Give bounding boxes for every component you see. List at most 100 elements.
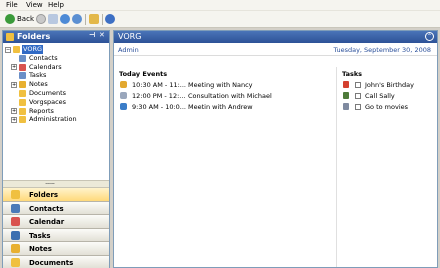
task-checkbox[interactable] xyxy=(355,81,361,88)
calendar-icon xyxy=(11,217,20,226)
tree-item-label: Tasks xyxy=(29,71,47,80)
nav-button-label: Contacts xyxy=(29,204,64,213)
task-item: Go to movies xyxy=(341,102,437,112)
toolbar: Back xyxy=(0,11,440,28)
menu-view[interactable]: View xyxy=(26,1,43,9)
event-item[interactable]: 12:00 PM - 12:... Consultation with Micha… xyxy=(118,91,333,101)
main-panel: VORG ⌃ Admin Tuesday, September 30, 2008… xyxy=(113,30,438,268)
phone-icon xyxy=(343,92,349,99)
event-subject: Meetin with Andrew xyxy=(188,103,253,111)
tree-item-reports[interactable]: + Reports xyxy=(5,107,107,116)
collapse-icon[interactable]: − xyxy=(5,46,11,53)
folders-header: Folders ⊣ ✕ xyxy=(3,31,109,43)
menu-bar: File View Help xyxy=(0,0,440,11)
event-time: 9:30 AM - 10:0... xyxy=(132,103,186,111)
meeting-icon xyxy=(120,81,127,88)
event-time: 10:30 AM - 11:... xyxy=(132,81,186,89)
task-checkbox[interactable] xyxy=(355,92,361,99)
contacts-icon xyxy=(19,54,26,62)
task-item: Call Sally xyxy=(341,91,437,101)
menu-file[interactable]: File xyxy=(6,1,18,9)
save-icon[interactable] xyxy=(48,14,58,24)
user-name: Admin xyxy=(118,46,139,54)
tree-item-calendars[interactable]: + Calendars xyxy=(5,63,107,72)
splitter-handle[interactable]: ·········· xyxy=(3,180,109,188)
task-subject: Go to movies xyxy=(365,103,409,111)
nav-button-documents[interactable]: Documents xyxy=(3,255,109,268)
pin-icon[interactable]: ⊣ xyxy=(89,31,95,39)
tree-item-tasks[interactable]: Tasks xyxy=(5,71,107,80)
tasks-title: Tasks xyxy=(342,70,363,78)
expand-icon[interactable]: + xyxy=(11,81,17,88)
tree-item-label: VORG xyxy=(22,45,44,54)
tree-item-label: Administration xyxy=(29,115,77,124)
nav-button-label: Calendar xyxy=(29,218,65,226)
appointment-icon xyxy=(120,103,127,110)
expand-icon[interactable]: + xyxy=(11,116,17,123)
tree-item-label: Documents xyxy=(29,89,67,97)
task-item: John's Birthday xyxy=(341,80,437,90)
nav-button-label: Documents xyxy=(29,258,74,267)
tree-item-label: Vorgspaces xyxy=(29,97,67,106)
folder-icon xyxy=(19,98,26,106)
nav-button-tasks[interactable]: Tasks xyxy=(3,228,109,242)
tasks-icon xyxy=(11,230,20,240)
calendar-icon xyxy=(19,63,26,71)
task-subject: John's Birthday xyxy=(365,81,414,89)
help-icon[interactable] xyxy=(105,14,115,24)
event-subject: Meeting with Nancy xyxy=(188,81,253,89)
tree-item-vorgspaces[interactable]: Vorgspaces xyxy=(5,98,107,107)
notes-icon xyxy=(19,81,26,89)
event-item[interactable]: 9:30 AM - 10:0... Meetin with Andrew xyxy=(118,102,333,112)
nav-button-folders[interactable]: Folders xyxy=(3,188,109,202)
close-icon[interactable]: ✕ xyxy=(99,31,105,39)
current-date: Tuesday, September 30, 2008 xyxy=(333,46,431,54)
folder-up-icon[interactable] xyxy=(89,14,99,24)
events-title: Today Events xyxy=(119,70,168,78)
sync-icon[interactable] xyxy=(72,14,82,24)
folders-panel: Folders ⊣ ✕ − VORG Contacts + Calendars Tasks… xyxy=(2,30,110,268)
tree-item-notes[interactable]: + Notes xyxy=(5,80,107,89)
collapse-icon[interactable]: ⌃ xyxy=(425,32,434,41)
folder-icon xyxy=(19,116,26,124)
tree-item-label: Calendars xyxy=(29,62,62,71)
refresh-icon[interactable] xyxy=(60,14,70,24)
tree-item-administration[interactable]: + Administration xyxy=(5,115,107,124)
back-arrow-icon[interactable] xyxy=(5,14,15,24)
consultation-icon xyxy=(120,92,127,99)
toolbar-separator xyxy=(102,14,103,25)
tasks-section: Tasks John's Birthday Call Sally Go to mov… xyxy=(336,67,437,267)
task-checkbox[interactable] xyxy=(355,103,361,110)
folder-icon xyxy=(6,33,14,41)
nav-button-label: Folders xyxy=(29,191,59,199)
tree-item-documents[interactable]: Documents xyxy=(5,89,107,98)
nav-button-label: Tasks xyxy=(29,231,51,240)
tasks-icon xyxy=(19,72,26,80)
back-button[interactable]: Back xyxy=(17,15,34,23)
expand-icon[interactable]: + xyxy=(11,108,17,115)
task-icon xyxy=(343,103,349,110)
event-item[interactable]: 10:30 AM - 11:... Meeting with Nancy xyxy=(118,80,333,90)
folder-icon xyxy=(13,46,20,53)
folders-title: Folders xyxy=(17,32,51,41)
folder-icon xyxy=(11,257,20,267)
tree-item-label: Notes xyxy=(29,80,48,89)
tree-item-label: Reports xyxy=(29,106,54,115)
nav-button-contacts[interactable]: Contacts xyxy=(3,201,109,215)
today-events-section: Today Events 10:30 AM - 11:... Meeting wi… xyxy=(114,67,335,267)
tree-item-contacts[interactable]: Contacts xyxy=(5,54,107,63)
forward-icon[interactable] xyxy=(36,14,46,24)
folder-tree: − VORG Contacts + Calendars Tasks + Notes Docume… xyxy=(3,43,109,180)
event-subject: Consultation with Michael xyxy=(188,92,272,100)
main-title: VORG xyxy=(118,32,142,41)
task-subject: Call Sally xyxy=(365,92,395,100)
toolbar-separator xyxy=(85,14,86,25)
notes-icon xyxy=(11,244,20,253)
nav-button-notes[interactable]: Notes xyxy=(3,242,109,256)
tree-item-vorg[interactable]: − VORG xyxy=(5,45,107,54)
folder-icon xyxy=(19,90,26,97)
contacts-icon xyxy=(11,203,20,213)
menu-help[interactable]: Help xyxy=(48,1,64,9)
expand-icon[interactable]: + xyxy=(11,64,17,71)
nav-button-calendar[interactable]: Calendar xyxy=(3,215,109,229)
